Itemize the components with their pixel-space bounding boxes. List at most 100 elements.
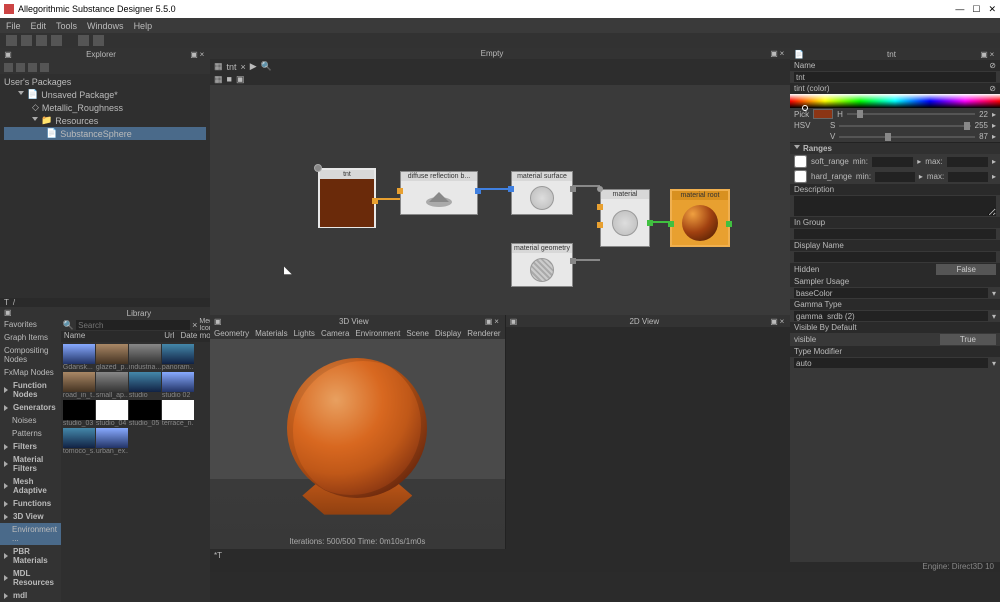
view3d-viewport[interactable] <box>210 339 505 536</box>
search-input[interactable] <box>76 320 190 330</box>
menu-tools[interactable]: Tools <box>56 21 77 31</box>
toolbar-saveall-icon[interactable] <box>51 35 62 46</box>
ranges-section[interactable]: Ranges <box>790 142 1000 154</box>
library-category[interactable]: FxMap Nodes <box>0 366 61 379</box>
h-slider[interactable] <box>847 113 975 115</box>
stepper-icon[interactable]: ▸ <box>919 172 923 181</box>
link-icon[interactable] <box>4 63 13 72</box>
library-grid[interactable]: Gdansk...glazed_p...industria...panoram.… <box>61 342 233 602</box>
min-input[interactable] <box>872 157 913 167</box>
library-thumb[interactable]: industria... <box>129 344 161 371</box>
stepper-icon[interactable]: ▸ <box>992 132 996 141</box>
library-category[interactable]: mdl <box>0 589 61 602</box>
v-slider[interactable] <box>839 136 975 138</box>
undock-icon[interactable]: ▣ <box>770 317 778 326</box>
library-category[interactable]: Graph Items <box>0 331 61 344</box>
menu-camera[interactable]: Camera <box>321 329 349 338</box>
library-category[interactable]: Functions <box>0 497 61 510</box>
node-material[interactable]: material <box>600 189 650 247</box>
s-slider[interactable] <box>839 125 970 127</box>
stepper-icon[interactable]: ▸ <box>992 157 996 166</box>
undock-icon[interactable]: ▣ <box>190 50 198 59</box>
search-icon[interactable]: 🔍 <box>63 320 74 331</box>
library-category[interactable]: Function Nodes <box>0 379 61 401</box>
toolbar-new-icon[interactable] <box>6 35 17 46</box>
menu-windows[interactable]: Windows <box>87 21 124 31</box>
library-category[interactable]: Patterns <box>0 427 61 440</box>
library-category[interactable]: Noises <box>0 414 61 427</box>
toolbar-open-icon[interactable] <box>21 35 32 46</box>
clear-icon[interactable]: × <box>192 320 197 330</box>
library-category[interactable]: Mesh Adaptive <box>0 475 61 497</box>
stepper-icon[interactable]: ▸ <box>992 172 996 181</box>
library-thumb[interactable]: studio_05 <box>129 400 161 427</box>
close-icon[interactable]: × <box>778 317 786 326</box>
node-surface[interactable]: material surface <box>511 171 573 215</box>
maximize-button[interactable]: ☐ <box>972 4 980 15</box>
toolbar-save-icon[interactable] <box>36 35 47 46</box>
mode-icon[interactable]: ▣ <box>236 74 245 85</box>
undock-icon[interactable]: ▣ <box>770 49 778 58</box>
library-thumb[interactable]: studio 02 <box>162 372 194 399</box>
col-url[interactable]: Url <box>161 331 177 342</box>
hard-range-check[interactable] <box>794 170 807 183</box>
tree-item[interactable]: ◇Metallic_Roughness <box>4 101 206 114</box>
max-input[interactable] <box>947 157 988 167</box>
close-button[interactable]: ✕ <box>988 4 996 15</box>
menu-lights[interactable]: Lights <box>294 329 315 338</box>
menu-display[interactable]: Display <box>435 329 461 338</box>
menu-materials[interactable]: Materials <box>255 329 287 338</box>
library-category[interactable]: 3D View <box>0 510 61 523</box>
tree-item[interactable]: 📁Resources <box>4 114 206 127</box>
menu-edit[interactable]: Edit <box>31 21 47 31</box>
stepper-icon[interactable]: ▸ <box>917 157 921 166</box>
toolbar-redo-icon[interactable] <box>93 35 104 46</box>
menu-help[interactable]: Help <box>134 21 153 31</box>
gamma-select[interactable] <box>794 311 988 321</box>
close-icon[interactable]: × <box>988 50 996 59</box>
undock-icon[interactable]: ▣ <box>980 50 988 59</box>
node-graph[interactable]: tnt diffuse reflection b... material sur… <box>210 85 790 315</box>
library-category[interactable]: Filters <box>0 440 61 453</box>
menu-geometry[interactable]: Geometry <box>214 329 249 338</box>
col-name[interactable]: Name <box>61 331 161 342</box>
stepper-icon[interactable]: ▸ <box>992 110 996 119</box>
library-thumb[interactable]: terrace_n... <box>162 400 194 427</box>
library-category[interactable]: Environment ... <box>0 523 61 545</box>
dock-icon[interactable]: ▣ <box>4 50 12 59</box>
minimize-button[interactable]: — <box>955 4 964 15</box>
library-thumb[interactable]: tomoco_s... <box>63 428 95 455</box>
refresh-icon[interactable] <box>16 63 25 72</box>
library-thumb[interactable]: panoram... <box>162 344 194 371</box>
library-thumb[interactable] <box>129 428 161 455</box>
export-icon[interactable] <box>28 63 37 72</box>
play-icon[interactable]: ▶ <box>250 61 257 72</box>
library-thumb[interactable]: urban_ex... <box>96 428 128 455</box>
library-thumb[interactable]: road_in_t... <box>63 372 95 399</box>
mode-icon[interactable]: ▦ <box>214 74 223 85</box>
library-category[interactable]: MDL Resources <box>0 567 61 589</box>
menu-environment[interactable]: Environment <box>355 329 400 338</box>
tree-package[interactable]: 📄Unsaved Package* <box>4 88 206 101</box>
library-category[interactable]: Favorites <box>0 318 61 331</box>
library-thumb[interactable]: glazed_p... <box>96 344 128 371</box>
settings-icon[interactable] <box>40 63 49 72</box>
mode-icon[interactable]: ■ <box>227 74 232 84</box>
node-tnt[interactable]: tnt <box>318 168 376 228</box>
name-input[interactable] <box>794 72 996 82</box>
library-thumb[interactable]: studio_04 <box>96 400 128 427</box>
library-thumb[interactable]: studio_03 <box>63 400 95 427</box>
close-icon[interactable]: × <box>493 317 501 326</box>
library-category[interactable]: Compositing Nodes <box>0 344 61 366</box>
menu-file[interactable]: File <box>6 21 21 31</box>
chevron-down-icon[interactable]: ▾ <box>992 359 996 368</box>
visible-toggle[interactable]: True <box>940 334 996 345</box>
library-thumb[interactable] <box>162 428 194 455</box>
color-swatch[interactable] <box>813 109 833 119</box>
clear-icon[interactable]: ⊘ <box>989 61 996 70</box>
sampler-select[interactable] <box>794 288 988 298</box>
graph-tab[interactable]: tnt <box>227 62 237 72</box>
library-category[interactable]: Material Filters <box>0 453 61 475</box>
node-geometry[interactable]: material geometry <box>511 243 573 287</box>
ingroup-input[interactable] <box>794 229 996 239</box>
